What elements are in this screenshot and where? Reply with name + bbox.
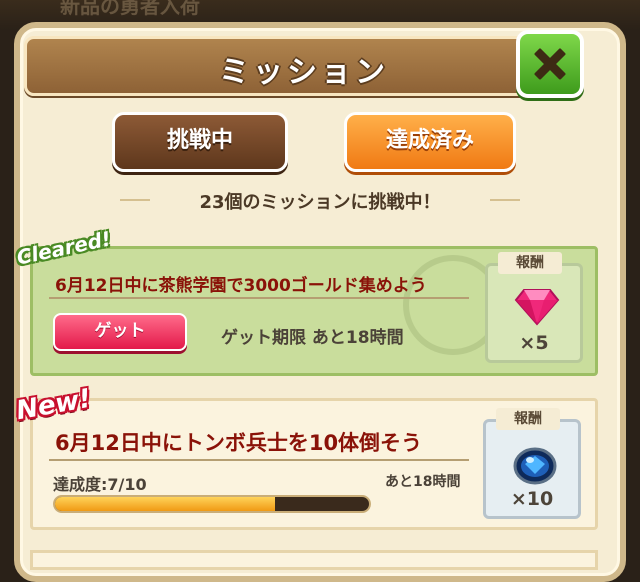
mission-description: 6月12日中にトンボ兵士を10体倒そう — [55, 431, 423, 455]
reward-label: 報酬 — [498, 252, 562, 274]
close-button[interactable] — [516, 30, 584, 98]
blue-orb-icon — [513, 447, 557, 485]
progress-bar — [53, 495, 371, 513]
progress-fill — [55, 497, 275, 511]
mission-card-cleared: 6月12日中に茶熊学園で3000ゴールド集めよう ゲット ゲット期限 あと18時… — [30, 246, 598, 376]
reward-box: 報酬 ×5 — [485, 252, 583, 363]
divider — [49, 459, 469, 461]
close-icon — [534, 48, 566, 80]
mission-description: 6月12日中に茶熊学園で3000ゴールド集めよう — [55, 276, 427, 296]
reward-label: 報酬 — [496, 408, 560, 430]
progress-label: 達成度:7/10 — [53, 475, 147, 494]
divider — [49, 297, 469, 299]
background-text: 新品の勇者入荷 — [60, 0, 200, 18]
deadline-text: ゲット期限 あと18時間 — [221, 328, 404, 348]
mission-count-text: 23個のミッションに挑戦中！ — [199, 192, 441, 213]
tab-in-progress[interactable]: 挑戦中 — [112, 112, 288, 172]
mission-card-new: 6月12日中にトンボ兵士を10体倒そう 達成度:7/10 あと18時間 報酬 ×… — [30, 398, 598, 530]
mission-card-partial — [30, 550, 598, 570]
page-title: ミッション — [219, 55, 389, 90]
title-bar: ミッション — [24, 36, 584, 96]
reward-quantity: ×5 — [519, 332, 549, 354]
summary-ribbon: 23個のミッションに挑戦中！ — [120, 182, 520, 218]
tab-completed[interactable]: 達成済み — [344, 112, 516, 172]
time-left: あと18時間 — [385, 474, 461, 490]
reward-box: 報酬 ×10 — [483, 408, 581, 519]
reward-quantity: ×10 — [510, 488, 554, 510]
gem-icon — [514, 289, 560, 326]
get-reward-button[interactable]: ゲット — [53, 313, 187, 351]
